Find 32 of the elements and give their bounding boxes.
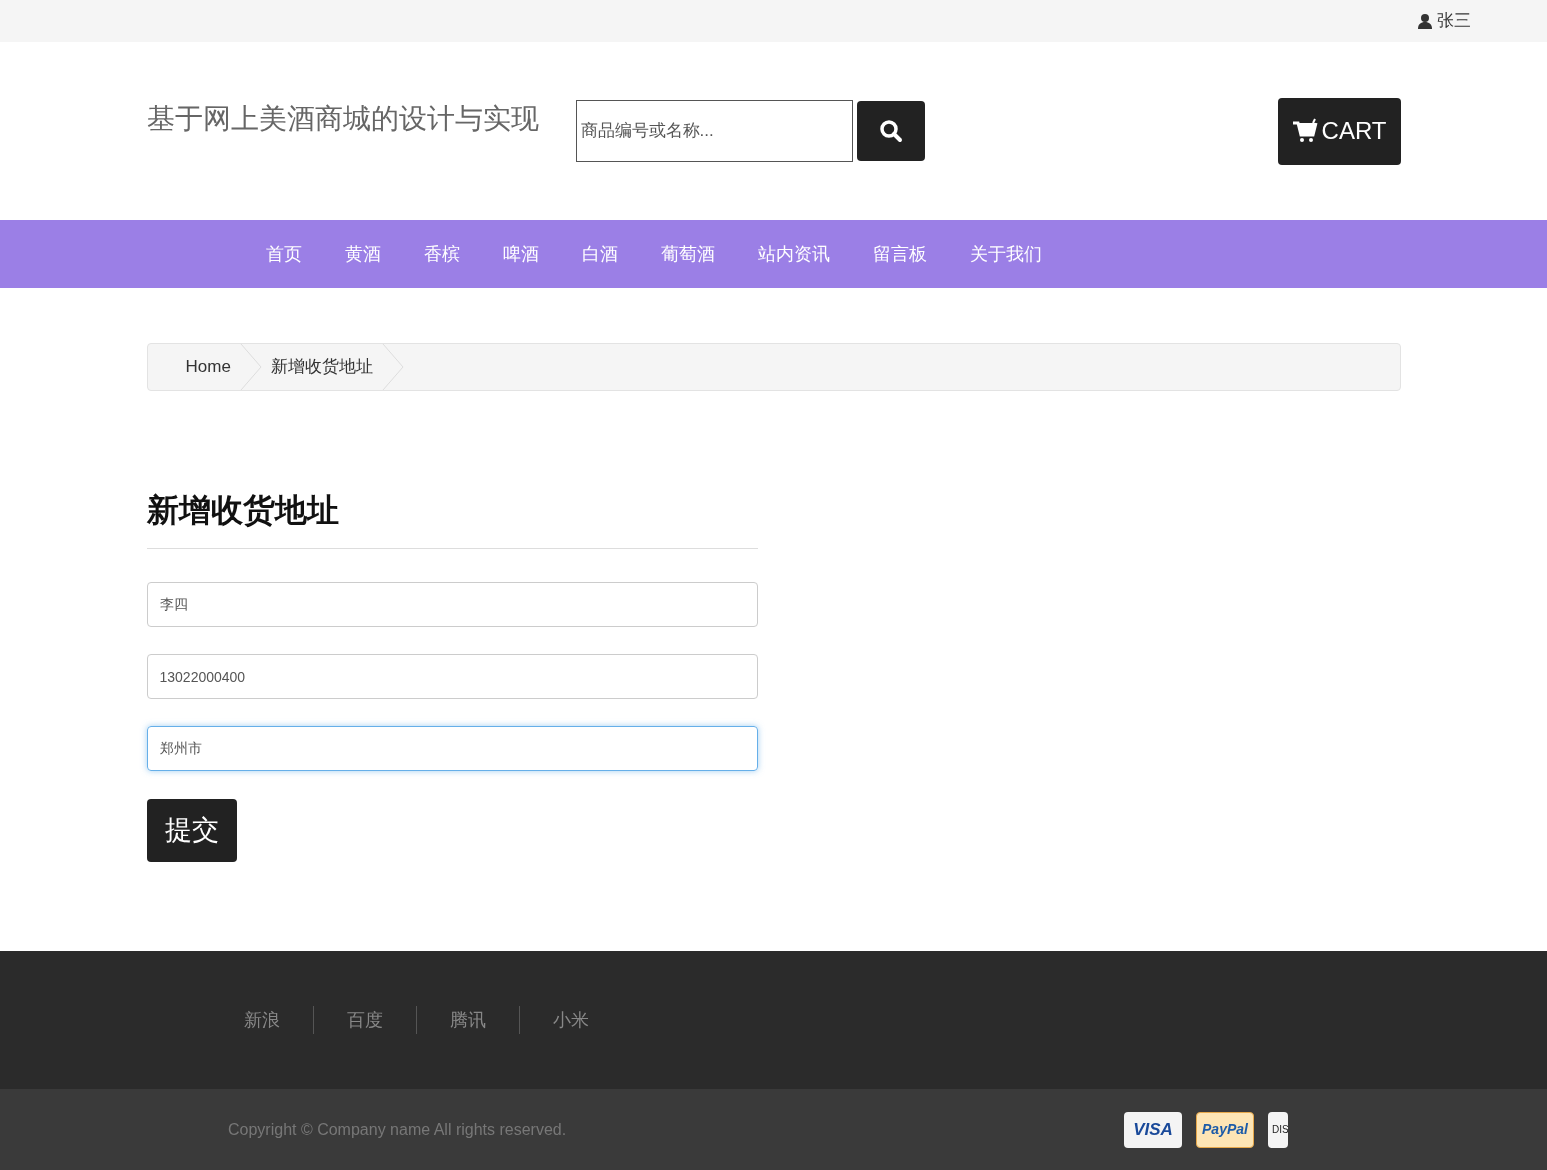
footer-link[interactable]: 小米 — [553, 1006, 589, 1034]
breadcrumb-link[interactable]: Home — [185, 354, 231, 380]
site-title: 基于网上美酒商城的设计与实现 — [146, 102, 540, 136]
search-icon — [878, 119, 903, 143]
search-field[interactable]: 商品编号或名称... — [575, 100, 853, 162]
nav-link[interactable]: 黄酒 — [345, 240, 381, 268]
input-field[interactable]: 13022000400 — [146, 654, 758, 699]
payment-card: PayPal — [1196, 1111, 1254, 1148]
form-title: 新增收货地址 — [146, 486, 758, 549]
payment-card: DIS — [1268, 1111, 1288, 1148]
payment-card: VISA — [1124, 1111, 1182, 1148]
search-button[interactable] — [856, 101, 925, 161]
nav-link[interactable]: 首页 — [266, 240, 302, 268]
nav-link[interactable]: 关于我们 — [970, 240, 1042, 268]
submit-button[interactable]: 提交 — [146, 799, 237, 862]
nav-link[interactable]: 站内资讯 — [758, 240, 830, 268]
input-field[interactable]: 李四 — [146, 582, 758, 627]
breadcrumb-link[interactable]: 新增收货地址 — [270, 354, 373, 380]
nav-link[interactable]: 白酒 — [582, 240, 618, 268]
footer-link[interactable]: 腾讯 — [450, 1006, 486, 1034]
footer-link[interactable]: 新浪 — [244, 1006, 280, 1034]
user-name[interactable]: 张三 — [1437, 8, 1471, 34]
user-icon — [1417, 13, 1433, 29]
footer-link[interactable]: 百度 — [347, 1006, 383, 1034]
nav-link[interactable]: 香槟 — [424, 240, 460, 268]
copyright-text: Copyright © Company name All rights reserved. — [228, 1119, 567, 1140]
cart-icon — [1291, 118, 1318, 144]
input-field[interactable]: 郑州市 — [146, 726, 758, 771]
nav-link[interactable]: 葡萄酒 — [661, 240, 715, 268]
nav-link[interactable]: 啤酒 — [503, 240, 539, 268]
cart-button[interactable]: CART — [1277, 97, 1401, 165]
nav-link[interactable]: 留言板 — [873, 240, 927, 268]
